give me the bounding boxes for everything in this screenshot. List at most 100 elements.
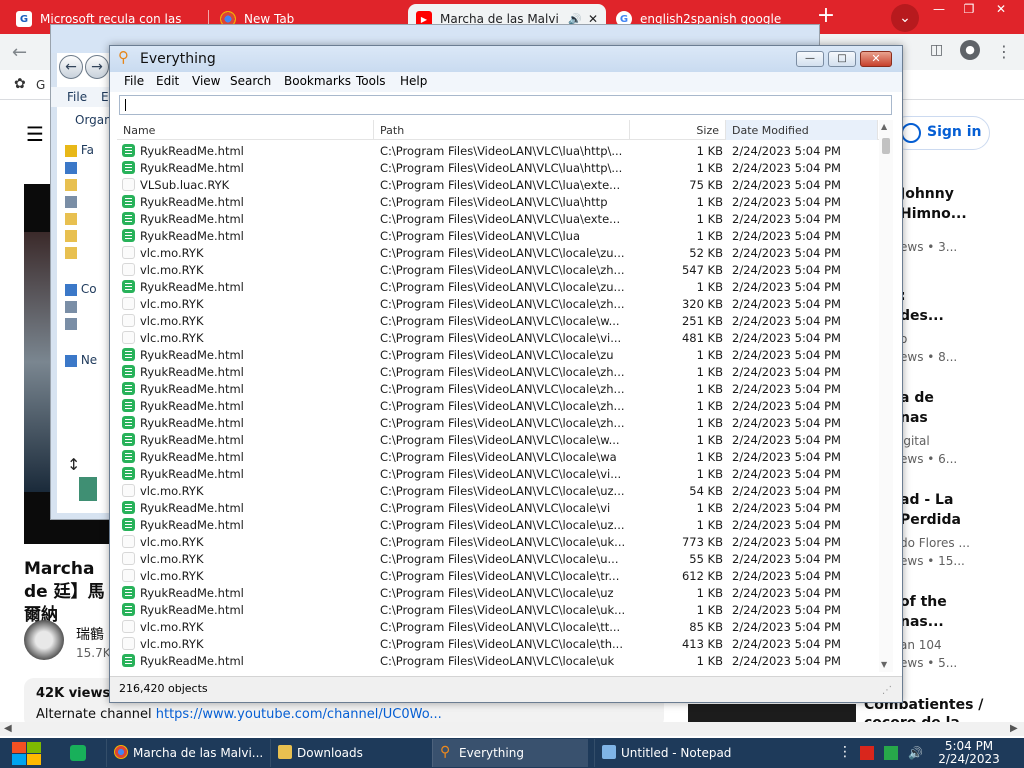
restore-button[interactable]: ❐	[954, 2, 984, 18]
menu-search[interactable]: Search	[230, 74, 271, 88]
tree-item[interactable]	[61, 316, 77, 330]
menu-edit[interactable]: Edit	[156, 74, 179, 88]
description-link[interactable]: https://www.youtube.com/channel/UC0Wo...	[156, 707, 442, 722]
horizontal-scrollbar[interactable]: ◀ ▶	[0, 722, 1024, 736]
scroll-up-icon[interactable]: ▲	[881, 122, 887, 131]
channel-avatar[interactable]	[24, 620, 64, 660]
vertical-scrollbar[interactable]: ▲ ▼	[879, 120, 893, 672]
table-row[interactable]: RyukReadMe.html C:\Program Files\VideoLAN…	[117, 652, 878, 669]
scroll-right-icon[interactable]: ▶	[1010, 723, 1018, 734]
table-row[interactable]: vlc.mo.RYK C:\Program Files\VideoLAN\VLC\…	[117, 482, 878, 499]
tab-search-button[interactable]: ⌄	[891, 4, 919, 32]
column-header-name[interactable]: Name	[117, 120, 374, 140]
table-row[interactable]: vlc.mo.RYK C:\Program Files\VideoLAN\VLC\…	[117, 295, 878, 312]
profile-avatar-icon[interactable]: ●	[960, 40, 980, 60]
table-row[interactable]: RyukReadMe.html C:\Program Files\VideoLAN…	[117, 193, 878, 210]
table-row[interactable]: RyukReadMe.html C:\Program Files\VideoLAN…	[117, 346, 878, 363]
taskbar-item-downloads[interactable]: Downloads	[270, 739, 426, 767]
tree-item[interactable]	[61, 228, 77, 242]
tree-item[interactable]	[61, 194, 77, 208]
hamburger-menu-icon[interactable]: ☰	[26, 122, 44, 146]
network-icon[interactable]	[884, 746, 898, 760]
taskbar-item-everything[interactable]: ⚲ Everything	[432, 739, 588, 767]
search-input[interactable]	[119, 95, 892, 115]
table-row[interactable]: vlc.mo.RYK C:\Program Files\VideoLAN\VLC\…	[117, 567, 878, 584]
scrollbar-thumb[interactable]	[882, 138, 890, 154]
recommended-video[interactable]: a de nas igital ews • 6...	[900, 388, 1024, 468]
tray-overflow-icon[interactable]: ⋮	[838, 744, 852, 760]
minimize-button[interactable]: —	[796, 51, 824, 67]
tree-item[interactable]: Ne	[61, 353, 97, 367]
taskbar-item-notepad[interactable]: Untitled - Notepad	[594, 739, 750, 767]
system-clock[interactable]: 5:04 PM 2/24/2023	[938, 740, 1000, 766]
tree-item[interactable]: Co	[61, 282, 97, 296]
table-row[interactable]: RyukReadMe.html C:\Program Files\VideoLAN…	[117, 397, 878, 414]
side-panel-icon[interactable]: ◫	[930, 42, 943, 58]
table-row[interactable]: RyukReadMe.html C:\Program Files\VideoLAN…	[117, 584, 878, 601]
back-arrow-icon[interactable]: ←	[12, 42, 27, 63]
tree-item[interactable]: Fa	[61, 143, 94, 157]
table-row[interactable]: vlc.mo.RYK C:\Program Files\VideoLAN\VLC\…	[117, 550, 878, 567]
table-row[interactable]: RyukReadMe.html C:\Program Files\VideoLAN…	[117, 159, 878, 176]
close-button[interactable]: ✕	[986, 2, 1016, 18]
menu-tools[interactable]: Tools	[356, 74, 386, 88]
table-row[interactable]: vlc.mo.RYK C:\Program Files\VideoLAN\VLC\…	[117, 312, 878, 329]
menu-bookmarks[interactable]: Bookmarks	[284, 74, 351, 88]
pinned-app-icon[interactable]	[70, 745, 86, 761]
resize-grip-icon[interactable]: ⋰	[882, 685, 892, 696]
table-row[interactable]: RyukReadMe.html C:\Program Files\VideoLAN…	[117, 363, 878, 380]
menu-file[interactable]: File	[124, 74, 144, 88]
menu-help[interactable]: Help	[400, 74, 427, 88]
volume-icon[interactable]: 🔊	[908, 746, 923, 760]
table-row[interactable]: RyukReadMe.html C:\Program Files\VideoLAN…	[117, 278, 878, 295]
kebab-menu-icon[interactable]: ⋮	[996, 42, 1012, 61]
table-row[interactable]: RyukReadMe.html C:\Program Files\VideoLAN…	[117, 227, 878, 244]
menu-file[interactable]: File	[67, 90, 87, 104]
tree-item[interactable]	[61, 299, 77, 313]
recommended-video[interactable]: : des... o ews • 8...	[900, 286, 1024, 366]
sign-in-button[interactable]: Sign in	[890, 116, 990, 150]
flag-icon[interactable]	[860, 746, 874, 760]
taskbar-item-chrome[interactable]: Marcha de las Malvi...	[106, 739, 266, 767]
table-row[interactable]: vlc.mo.RYK C:\Program Files\VideoLAN\VLC\…	[117, 244, 878, 261]
scroll-left-icon[interactable]: ◀	[4, 723, 12, 734]
back-button-icon[interactable]: ←	[59, 55, 83, 79]
menu-view[interactable]: View	[192, 74, 220, 88]
channel-name[interactable]: 瑞鶴	[76, 624, 104, 644]
recommended-video[interactable]: Johnny Himno... ews • 3...	[900, 184, 1024, 256]
table-row[interactable]: vlc.mo.RYK C:\Program Files\VideoLAN\VLC\…	[117, 635, 878, 652]
start-button[interactable]	[10, 740, 44, 766]
column-header-date-modified[interactable]: Date Modified	[726, 120, 878, 140]
table-row[interactable]: RyukReadMe.html C:\Program Files\VideoLAN…	[117, 431, 878, 448]
everything-titlebar[interactable]: ⚲ Everything — □ ✕	[110, 46, 902, 72]
close-button[interactable]: ✕	[860, 51, 892, 67]
table-row[interactable]: VLSub.luac.RYK C:\Program Files\VideoLAN\…	[117, 176, 878, 193]
table-row[interactable]: vlc.mo.RYK C:\Program Files\VideoLAN\VLC\…	[117, 261, 878, 278]
tree-item[interactable]	[61, 245, 77, 259]
maximize-button[interactable]: □	[828, 51, 856, 67]
column-header-size[interactable]: Size	[630, 120, 726, 140]
column-header-path[interactable]: Path	[374, 120, 630, 140]
table-row[interactable]: RyukReadMe.html C:\Program Files\VideoLAN…	[117, 210, 878, 227]
table-row[interactable]: RyukReadMe.html C:\Program Files\VideoLAN…	[117, 465, 878, 482]
table-row[interactable]: vlc.mo.RYK C:\Program Files\VideoLAN\VLC\…	[117, 533, 878, 550]
minimize-button[interactable]: —	[924, 2, 954, 18]
bookmark-item[interactable]: G	[36, 78, 45, 92]
table-row[interactable]: vlc.mo.RYK C:\Program Files\VideoLAN\VLC\…	[117, 618, 878, 635]
tree-item[interactable]	[61, 177, 77, 191]
apps-icon[interactable]: ✿	[14, 76, 26, 92]
table-row[interactable]: RyukReadMe.html C:\Program Files\VideoLAN…	[117, 414, 878, 431]
scroll-down-icon[interactable]: ▼	[881, 660, 887, 669]
table-row[interactable]: vlc.mo.RYK C:\Program Files\VideoLAN\VLC\…	[117, 329, 878, 346]
tree-item[interactable]	[61, 211, 77, 225]
tree-item[interactable]	[61, 160, 77, 174]
table-row[interactable]: RyukReadMe.html C:\Program Files\VideoLAN…	[117, 499, 878, 516]
table-row[interactable]: RyukReadMe.html C:\Program Files\VideoLAN…	[117, 142, 878, 159]
table-row[interactable]: RyukReadMe.html C:\Program Files\VideoLAN…	[117, 448, 878, 465]
recommended-video[interactable]: ad - La Perdida do Flores ... ews • 15..…	[900, 490, 1024, 570]
table-row[interactable]: RyukReadMe.html C:\Program Files\VideoLAN…	[117, 516, 878, 533]
organize-button[interactable]: Organ	[75, 113, 112, 127]
forward-button-icon[interactable]: →	[85, 55, 109, 79]
menu-edit[interactable]: E	[101, 90, 109, 104]
recommended-video[interactable]: of the nas... an 104 ews • 5...	[900, 592, 1024, 672]
